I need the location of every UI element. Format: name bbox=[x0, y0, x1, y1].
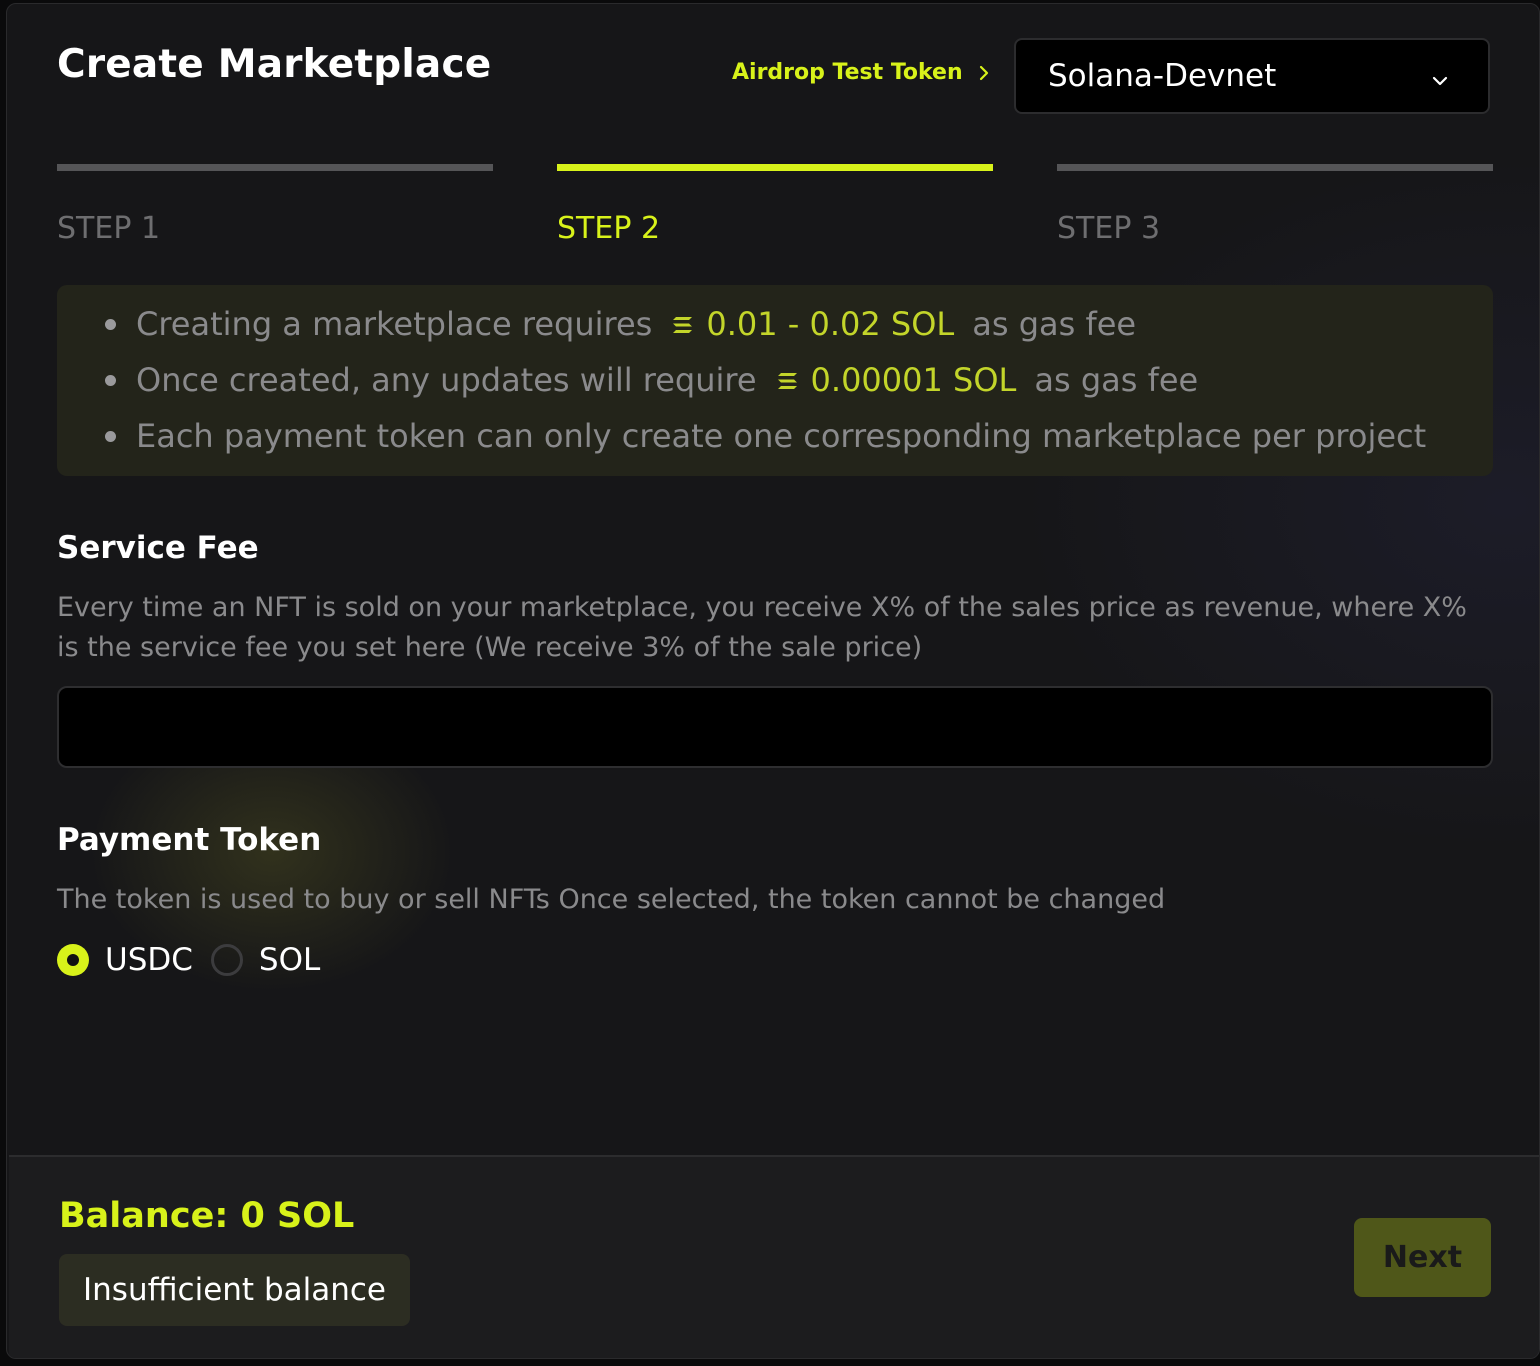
radio-unchecked-icon[interactable] bbox=[210, 944, 243, 976]
step-2-label: STEP 2 bbox=[557, 211, 661, 246]
balance-text: Balance: 0 SOL bbox=[59, 1196, 355, 1236]
airdrop-link-label: Airdrop Test Token bbox=[732, 60, 963, 85]
info-line-creation-fee: Creating a marketplace requires 0.01 - 0… bbox=[105, 305, 1136, 343]
page-title: Create Marketplace bbox=[57, 42, 492, 87]
info-line-2-suffix: as gas fee bbox=[1034, 361, 1199, 399]
info-line-token-limit: Each payment token can only create one c… bbox=[105, 417, 1426, 455]
chevron-down-icon bbox=[1432, 58, 1448, 94]
step-1-progress-bar bbox=[57, 164, 493, 171]
payment-token-radio-group: USDC SOL bbox=[57, 942, 338, 978]
step-2-progress-bar bbox=[557, 164, 993, 171]
info-line-1-suffix: as gas fee bbox=[972, 305, 1137, 343]
bullet-icon bbox=[105, 318, 116, 330]
radio-checked-icon[interactable] bbox=[57, 944, 89, 976]
info-line-1-prefix: Creating a marketplace requires bbox=[136, 305, 653, 343]
payment-token-option-label: SOL bbox=[258, 942, 321, 978]
info-line-2-prefix: Once created, any updates will require bbox=[136, 361, 757, 399]
step-3-label: STEP 3 bbox=[1057, 211, 1161, 246]
next-button[interactable]: Next bbox=[1354, 1218, 1491, 1297]
airdrop-test-token-link[interactable]: Airdrop Test Token bbox=[732, 60, 989, 85]
insufficient-balance-badge: Insufficient balance bbox=[59, 1254, 410, 1326]
info-line-update-fee: Once created, any updates will require 0… bbox=[105, 361, 1198, 399]
bullet-icon bbox=[105, 374, 116, 386]
solana-icon bbox=[672, 305, 694, 343]
gas-fee-info-box: Creating a marketplace requires 0.01 - 0… bbox=[57, 285, 1493, 476]
step-3-progress-bar bbox=[1057, 164, 1493, 171]
network-select[interactable]: Solana-Devnet bbox=[1014, 38, 1490, 114]
payment-token-title: Payment Token bbox=[57, 822, 322, 858]
info-line-3-text: Each payment token can only create one c… bbox=[136, 417, 1427, 455]
service-fee-description: Every time an NFT is sold on your market… bbox=[57, 592, 1467, 663]
service-fee-input[interactable] bbox=[57, 686, 1493, 768]
payment-token-option-sol[interactable]: SOL bbox=[210, 942, 321, 978]
modal-footer: Balance: 0 SOL Insufficient balance Next bbox=[9, 1155, 1539, 1358]
solana-icon bbox=[777, 361, 799, 399]
info-line-1-amount: 0.01 - 0.02 SOL bbox=[706, 305, 955, 343]
network-select-value: Solana-Devnet bbox=[1048, 58, 1277, 94]
step-1-label: STEP 1 bbox=[57, 211, 161, 246]
create-marketplace-modal: Create Marketplace Airdrop Test Token So… bbox=[6, 3, 1540, 1359]
payment-token-option-usdc[interactable]: USDC bbox=[57, 942, 193, 978]
bullet-icon bbox=[105, 430, 116, 442]
payment-token-description: The token is used to buy or sell NFTs On… bbox=[57, 884, 1166, 915]
info-line-2-amount: 0.00001 SOL bbox=[810, 361, 1017, 399]
service-fee-title: Service Fee bbox=[57, 530, 259, 566]
chevron-right-icon bbox=[979, 65, 989, 81]
payment-token-option-label: USDC bbox=[105, 942, 193, 978]
